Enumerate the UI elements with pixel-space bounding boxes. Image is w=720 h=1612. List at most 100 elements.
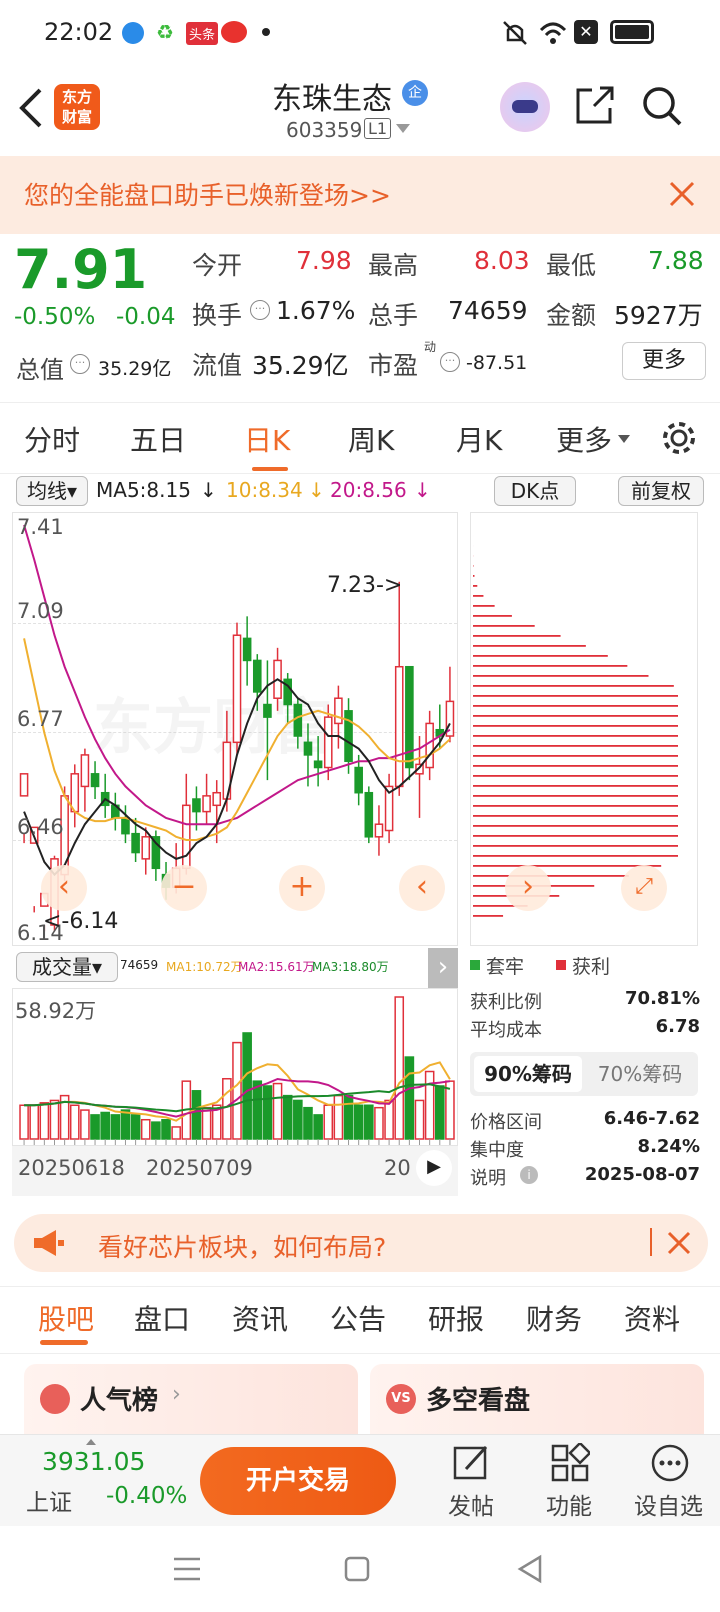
float-cap-label: 流值 <box>192 351 243 380</box>
zoom-in-icon[interactable]: + <box>279 865 325 911</box>
index-change[interactable]: -0.40% <box>106 1483 187 1509</box>
tab-more[interactable]: 更多 <box>556 419 612 459</box>
tab-weekly-k[interactable]: 周K <box>348 419 394 459</box>
scroll-back-icon[interactable]: ‹ <box>399 865 445 911</box>
functions-button-label[interactable]: 功能 <box>546 1487 592 1521</box>
tab-news[interactable]: 资讯 <box>232 1298 288 1338</box>
tab-financials[interactable]: 财务 <box>526 1298 582 1338</box>
functions-grid-icon[interactable] <box>550 1443 590 1483</box>
settings-gear-icon[interactable] <box>660 419 698 457</box>
tab-research[interactable]: 研报 <box>428 1298 484 1338</box>
collapse-panel-icon[interactable]: › <box>428 948 458 988</box>
volume-indicator-select[interactable]: 成交量▾ <box>16 952 118 982</box>
expand-index-icon[interactable] <box>86 1439 96 1445</box>
volume-bar <box>394 996 405 1140</box>
no-sim-icon: ✕ <box>574 20 598 44</box>
banner-text[interactable]: 您的全能盘口助手已焕新登场>> <box>24 176 391 212</box>
date-axis: 20250618 20250709 20 ▶ <box>12 1146 458 1196</box>
dk-point-button[interactable]: DK点 <box>494 476 576 506</box>
close-icon[interactable] <box>666 1230 692 1256</box>
tab-intraday[interactable]: 分时 <box>24 419 80 459</box>
back-nav-icon[interactable] <box>516 1554 544 1584</box>
tab-chip-70[interactable]: 70%筹码 <box>586 1056 694 1092</box>
post-button-label[interactable]: 发帖 <box>448 1487 494 1521</box>
bull-bear-card-title[interactable]: 多空看盘 <box>426 1380 530 1417</box>
volume-bar <box>80 1109 90 1140</box>
chip-bar <box>473 695 678 697</box>
low-label: 最低 <box>546 251 597 280</box>
tab-forum[interactable]: 股吧 <box>38 1298 94 1338</box>
profit-ratio-value: 70.81% <box>625 988 700 1009</box>
indicator-select[interactable]: 均线▾ <box>16 476 88 506</box>
promo-text[interactable]: 看好芯片板块，如何布局? <box>98 1228 386 1264</box>
zoom-out-icon[interactable]: − <box>161 865 207 911</box>
app-notification-icon <box>122 22 144 44</box>
kline-chart[interactable]: 东方财富 7.41 7.09 6.77 6.46 6.14 7.23-> <-6… <box>12 512 458 946</box>
profit-ratio-label: 获利比例 <box>470 992 542 1013</box>
volume-bar <box>293 1099 303 1140</box>
promo-bar[interactable]: 看好芯片板块，如何布局? <box>14 1214 708 1272</box>
candle-body <box>303 741 313 756</box>
volume-bar <box>262 1085 273 1140</box>
search-icon[interactable] <box>640 84 684 128</box>
info-icon[interactable]: i <box>520 1166 538 1184</box>
tab-profile[interactable]: 资料 <box>624 1298 680 1338</box>
index-name[interactable]: 上证 <box>26 1483 72 1517</box>
add-watchlist-label[interactable]: 设自选 <box>634 1487 703 1521</box>
more-button[interactable]: 更多 <box>622 342 706 380</box>
info-icon[interactable]: ··· <box>250 300 270 320</box>
trapped-legend-label: 套牢 <box>486 956 525 978</box>
more-notifications-icon <box>262 28 270 36</box>
chip-distribution-chart[interactable]: › ⤢ <box>470 512 698 946</box>
chevron-down-icon[interactable] <box>396 124 410 133</box>
more-dots-icon[interactable] <box>650 1443 690 1483</box>
date-next-icon[interactable]: ▶ <box>416 1150 452 1186</box>
close-icon[interactable] <box>668 180 696 208</box>
avg-cost-value: 6.78 <box>655 1016 700 1037</box>
y-axis-label-2: 7.09 <box>17 599 64 623</box>
expand-icon[interactable]: ⤢ <box>621 865 667 911</box>
info-icon[interactable]: ··· <box>70 354 90 374</box>
menu-icon[interactable] <box>172 1556 202 1582</box>
price-adjust-button[interactable]: 前复权 <box>618 476 704 506</box>
caret-down-icon[interactable] <box>618 435 630 443</box>
volume-bar <box>120 1109 131 1140</box>
bull-bear-card[interactable]: VS 多空看盘 <box>370 1364 704 1434</box>
share-icon[interactable] <box>574 84 616 126</box>
tab-daily-k[interactable]: 日K <box>244 419 290 459</box>
volume-bar <box>343 1094 354 1140</box>
open-account-trade-button[interactable]: 开户交易 <box>200 1447 396 1515</box>
pe-value: -87.51 <box>466 352 528 374</box>
tab-orderbook[interactable]: 盘口 <box>134 1298 190 1338</box>
tab-five-day[interactable]: 五日 <box>130 419 186 459</box>
change-amount: -0.04 <box>116 304 176 330</box>
back-icon[interactable] <box>16 86 46 130</box>
volume-chart[interactable]: 58.92万 <box>12 988 458 1146</box>
chip-bar <box>473 805 678 807</box>
date-label-1: 20250618 <box>18 1156 125 1180</box>
ai-assistant-icon[interactable] <box>500 82 550 132</box>
candle-body <box>90 773 100 788</box>
candle-body <box>192 798 201 813</box>
tab-chip-90[interactable]: 90%筹码 <box>474 1056 582 1092</box>
compose-icon[interactable] <box>452 1443 492 1483</box>
info-icon[interactable]: ··· <box>440 352 460 372</box>
announcement-banner[interactable]: 您的全能盘口助手已焕新登场>> <box>0 156 720 234</box>
candle-body <box>19 773 29 797</box>
tab-monthly-k[interactable]: 月K <box>456 419 502 459</box>
tab-announcements[interactable]: 公告 <box>330 1298 386 1338</box>
popularity-card-title[interactable]: 人气榜 <box>80 1380 158 1417</box>
index-value[interactable]: 3931.05 <box>42 1447 145 1476</box>
candle-body <box>344 710 353 762</box>
volume-bar <box>19 1104 29 1140</box>
scroll-left-icon[interactable]: ‹ <box>41 865 87 911</box>
candle-body <box>232 634 242 744</box>
scroll-right-icon[interactable]: › <box>505 865 551 911</box>
min-price-annotation: <-6.14 <box>43 909 119 934</box>
open-label: 今开 <box>192 251 243 280</box>
home-icon[interactable] <box>344 1556 370 1582</box>
popularity-card[interactable]: 人气榜 › <box>24 1364 358 1434</box>
chip-bar <box>473 705 678 707</box>
chip-info-panel: 套牢 获利 获利比例 70.81% 平均成本 6.78 90%筹码 70%筹码 … <box>470 952 700 1192</box>
high-value: 8.03 <box>474 246 530 275</box>
